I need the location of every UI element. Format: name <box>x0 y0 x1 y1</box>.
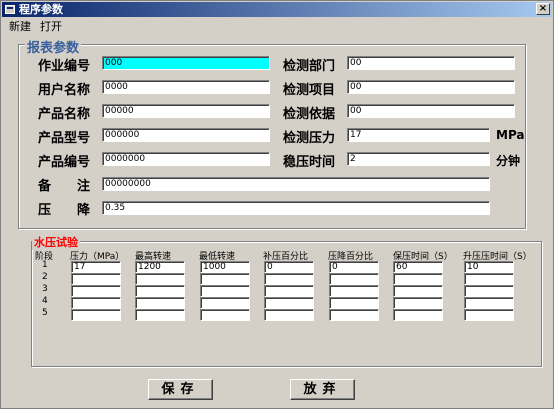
menu-bar: 新建 打开 <box>2 17 552 33</box>
dept-label: 检测部门 <box>283 59 336 74</box>
cell-pressure-stage-3[interactable] <box>71 285 121 297</box>
cell-ramp-time-stage-3[interactable] <box>464 285 514 297</box>
cell-max-speed-stage-3[interactable] <box>135 285 185 297</box>
pressure-label: 检测压力 <box>283 131 336 146</box>
window-title: 程序参数 <box>19 3 63 16</box>
cell-makeup-pct-stage-2[interactable] <box>264 273 314 285</box>
cell-drop-pct-stage-3[interactable] <box>329 285 379 297</box>
cell-hold-time-stage-2[interactable] <box>393 273 443 285</box>
cell-pressure-stage-5[interactable] <box>71 309 121 321</box>
cell-makeup-pct-stage-5[interactable] <box>264 309 314 321</box>
title-bar: 程序参数 × <box>2 2 552 17</box>
cell-max-speed-stage-5[interactable] <box>135 309 185 321</box>
cell-makeup-pct-stage-3[interactable] <box>264 285 314 297</box>
stage-number: 3 <box>42 284 48 294</box>
stage-number: 4 <box>42 296 48 306</box>
pressure-drop-field[interactable]: 0.35 <box>102 201 490 215</box>
item-label: 检测项目 <box>283 83 336 98</box>
cell-min-speed-stage-2[interactable] <box>200 273 250 285</box>
cell-drop-pct-stage-5[interactable] <box>329 309 379 321</box>
cell-min-speed-stage-1[interactable]: 1000 <box>200 261 250 273</box>
pressure-field[interactable]: 17 <box>347 128 490 142</box>
product-name-label: 产品名称 <box>38 107 91 122</box>
cell-ramp-time-stage-2[interactable] <box>464 273 514 285</box>
save-button[interactable]: 保存 <box>148 379 213 400</box>
cell-ramp-time-stage-5[interactable] <box>464 309 514 321</box>
cell-pressure-stage-2[interactable] <box>71 273 121 285</box>
cell-pressure-stage-4[interactable] <box>71 297 121 309</box>
cell-pressure-stage-1[interactable]: 17 <box>71 261 121 273</box>
stage-number: 2 <box>42 272 48 282</box>
cell-makeup-pct-stage-4[interactable] <box>264 297 314 309</box>
stage-number: 5 <box>42 308 48 318</box>
cell-max-speed-stage-1[interactable]: 1200 <box>135 261 185 273</box>
cell-min-speed-stage-3[interactable] <box>200 285 250 297</box>
pressure-unit: MPa <box>496 128 525 142</box>
remark-field[interactable]: 00000000 <box>102 177 490 191</box>
cell-hold-time-stage-4[interactable] <box>393 297 443 309</box>
job-no-field[interactable]: 000 <box>102 56 270 70</box>
product-no-field[interactable]: 0000000 <box>102 152 270 166</box>
cell-max-speed-stage-4[interactable] <box>135 297 185 309</box>
hold-time-field[interactable]: 2 <box>347 152 490 166</box>
product-name-field[interactable]: 00000 <box>102 104 270 118</box>
hold-time-unit: 分钟 <box>496 154 521 168</box>
cell-drop-pct-stage-4[interactable] <box>329 297 379 309</box>
job-no-label: 作业编号 <box>38 59 91 74</box>
stage-number: 1 <box>42 260 48 270</box>
cell-min-speed-stage-5[interactable] <box>200 309 250 321</box>
user-name-label: 用户名称 <box>38 83 91 98</box>
basis-label: 检测依据 <box>283 107 336 122</box>
menu-open[interactable]: 打开 <box>40 18 62 34</box>
cell-hold-time-stage-3[interactable] <box>393 285 443 297</box>
user-name-field[interactable]: 0000 <box>102 80 270 94</box>
product-no-label: 产品编号 <box>38 155 91 170</box>
report-params-title: 报表参数 <box>25 37 82 56</box>
cell-drop-pct-stage-1[interactable]: 0 <box>329 261 379 273</box>
item-field[interactable]: 00 <box>347 80 515 94</box>
cell-makeup-pct-stage-1[interactable]: 0 <box>264 261 314 273</box>
basis-field[interactable]: 00 <box>347 104 515 118</box>
cell-hold-time-stage-1[interactable]: 60 <box>393 261 443 273</box>
menu-new[interactable]: 新建 <box>9 18 31 34</box>
remark-label: 备 注 <box>38 179 91 194</box>
hold-time-label: 稳压时间 <box>283 155 336 170</box>
product-model-label: 产品型号 <box>38 131 91 146</box>
dept-field[interactable]: 00 <box>347 56 515 70</box>
cell-min-speed-stage-4[interactable] <box>200 297 250 309</box>
cell-ramp-time-stage-4[interactable] <box>464 297 514 309</box>
product-model-field[interactable]: 000000 <box>102 128 270 142</box>
pressure-drop-label: 压 降 <box>38 203 91 218</box>
app-icon <box>5 5 15 14</box>
cell-hold-time-stage-5[interactable] <box>393 309 443 321</box>
cell-max-speed-stage-2[interactable] <box>135 273 185 285</box>
close-button[interactable]: × <box>536 3 550 15</box>
hydro-test-title: 水压试验 <box>32 234 80 250</box>
discard-button[interactable]: 放弃 <box>290 379 355 400</box>
program-params-window: 程序参数 × 新建 打开 报表参数 作业编号 000 用户名称 0000 产品名… <box>0 0 554 409</box>
cell-drop-pct-stage-2[interactable] <box>329 273 379 285</box>
cell-ramp-time-stage-1[interactable]: 10 <box>464 261 514 273</box>
